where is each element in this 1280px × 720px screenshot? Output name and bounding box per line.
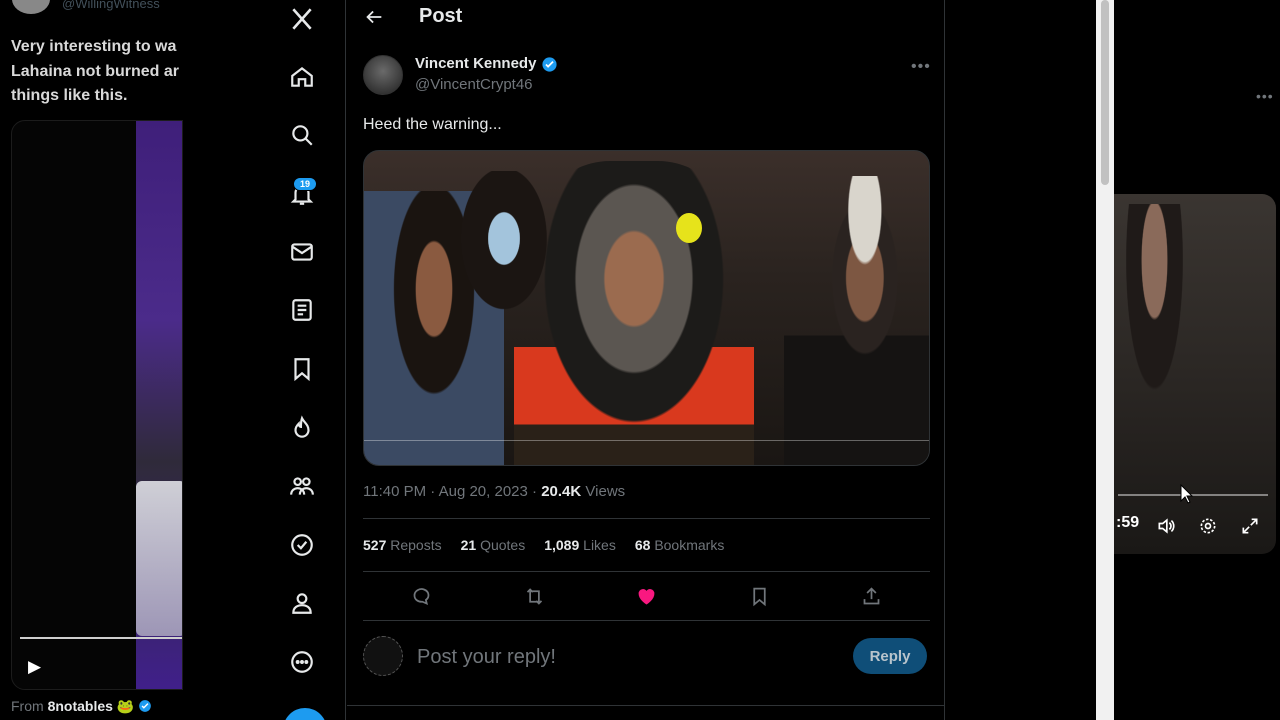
- reply-icon[interactable]: [409, 584, 433, 608]
- right-video-panel: ••• :59: [1114, 0, 1280, 720]
- crowd-figure-center: [514, 161, 754, 465]
- left-tweet-panel: @WillingWitness Very interesting to wa L…: [0, 0, 183, 720]
- reply-avatar[interactable]: [363, 636, 403, 676]
- play-icon[interactable]: ▶: [28, 657, 41, 677]
- lists-icon[interactable]: [285, 293, 319, 327]
- left-video-progress-bar[interactable]: [20, 637, 182, 639]
- meta-separator: ·: [532, 483, 542, 500]
- profile-icon[interactable]: [285, 586, 319, 620]
- more-options-icon[interactable]: [285, 645, 319, 679]
- author-name[interactable]: Vincent Kennedy: [415, 55, 536, 72]
- crowd-figure-right: [784, 176, 929, 465]
- post-stats: 527 Reposts 21 Quotes 1,089 Likes 68 Boo…: [363, 537, 724, 553]
- grok-flame-icon[interactable]: [285, 411, 319, 445]
- verified-orgs-icon[interactable]: [285, 528, 319, 562]
- post-column: Post Vincent Kennedy @VincentCrypt46 •••…: [347, 0, 945, 720]
- volume-icon[interactable]: [1156, 516, 1178, 538]
- back-arrow-icon[interactable]: [363, 6, 385, 28]
- x-logo-icon[interactable]: [285, 2, 319, 36]
- post-date[interactable]: Aug 20, 2023: [439, 483, 528, 500]
- stat-quotes[interactable]: 21 Quotes: [461, 537, 526, 553]
- avatar[interactable]: [363, 55, 403, 95]
- stat-likes[interactable]: 1,089 Likes: [544, 537, 616, 553]
- search-icon[interactable]: [285, 118, 319, 152]
- communities-icon[interactable]: [285, 469, 319, 503]
- compose-post-button[interactable]: [283, 708, 327, 720]
- video-time: :59: [1116, 514, 1140, 531]
- post-meta: 11:40 PM · Aug 20, 2023 · 20.4K Views: [363, 483, 625, 500]
- post-media-image[interactable]: [363, 150, 930, 466]
- page-scrollbar[interactable]: [1096, 0, 1114, 720]
- views-count: 20.4K: [541, 483, 582, 500]
- blank-gutter: [946, 0, 1096, 720]
- divider: [363, 518, 930, 519]
- media-scrub-line: [364, 440, 929, 441]
- post-more-icon[interactable]: •••: [911, 58, 931, 76]
- meta-separator: ·: [430, 483, 439, 500]
- divider: [363, 571, 930, 572]
- right-more-icon[interactable]: •••: [1256, 88, 1274, 104]
- reply-input[interactable]: [417, 643, 837, 671]
- page-title: Post: [419, 5, 463, 27]
- divider: [347, 705, 945, 706]
- notifications-badge: 19: [293, 177, 317, 191]
- nav-rail: 19: [183, 0, 346, 720]
- settings-gear-icon[interactable]: [1198, 516, 1220, 538]
- post-time[interactable]: 11:40 PM: [363, 483, 426, 500]
- divider: [363, 620, 930, 621]
- stat-reposts[interactable]: 527 Reposts: [363, 537, 442, 553]
- left-tweet-source: From 8notables 🐸: [11, 698, 152, 715]
- right-video-figure: [1114, 204, 1204, 484]
- repost-icon[interactable]: [522, 584, 546, 608]
- bookmarks-icon[interactable]: [285, 352, 319, 386]
- scrollbar-thumb[interactable]: [1101, 0, 1109, 185]
- verified-icon: [139, 700, 151, 712]
- from-label: From: [11, 698, 44, 714]
- reply-button[interactable]: Reply: [853, 638, 927, 674]
- views-label: Views: [585, 483, 626, 500]
- from-name[interactable]: 8notables 🐸: [48, 698, 135, 714]
- share-icon[interactable]: [859, 584, 883, 608]
- left-tweet-text: Very interesting to wa Lahaina not burne…: [11, 38, 180, 104]
- left-tweet-video[interactable]: ▶: [11, 120, 183, 690]
- fullscreen-icon[interactable]: [1240, 516, 1262, 538]
- right-video[interactable]: :59: [1114, 194, 1276, 554]
- post-text: Heed the warning...: [363, 116, 502, 133]
- bookmark-icon[interactable]: [747, 584, 771, 608]
- home-icon[interactable]: [285, 60, 319, 94]
- left-video-frame-detail: [136, 481, 182, 636]
- verified-badge-icon: [542, 57, 557, 72]
- mouse-cursor-icon: [1180, 484, 1194, 504]
- flower-in-hair: [676, 213, 702, 243]
- author-handle[interactable]: @VincentCrypt46: [415, 76, 533, 93]
- messages-icon[interactable]: [285, 235, 319, 269]
- left-tweet-avatar[interactable]: [12, 0, 50, 14]
- left-tweet-handle[interactable]: @WillingWitness: [62, 0, 160, 11]
- like-heart-icon[interactable]: [634, 584, 658, 608]
- stat-bookmarks[interactable]: 68 Bookmarks: [635, 537, 725, 553]
